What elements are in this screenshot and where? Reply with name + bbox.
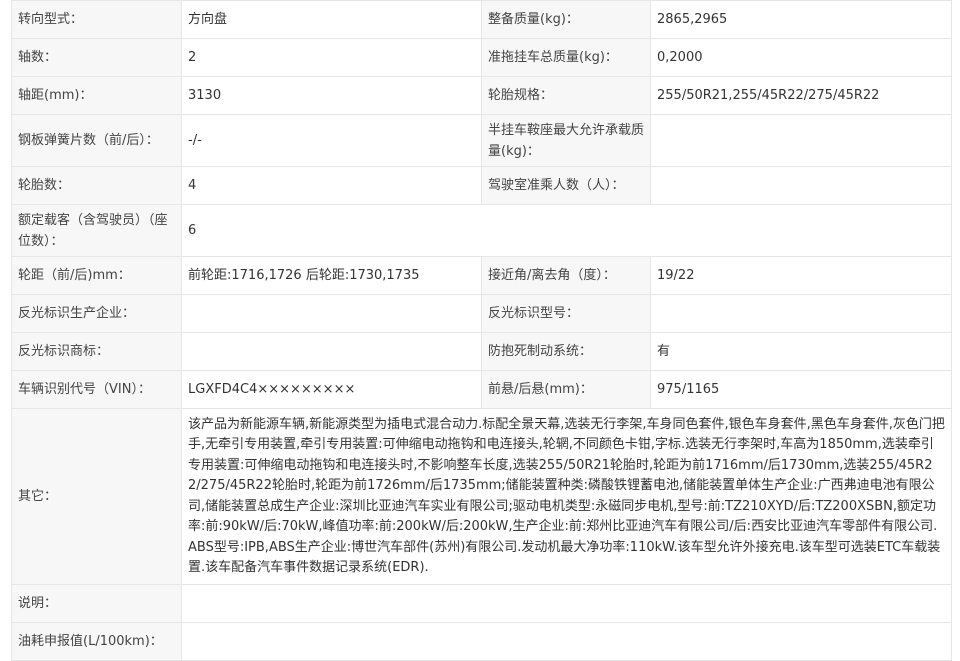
tire-spec-label: 轮胎规格： [481,76,651,115]
table-row: 其它： 该产品为新能源车辆,新能源类型为插电式混合动力.标配全景天幕,选装无行李… [11,408,952,585]
wheelbase-label: 轴距(mm)： [11,76,182,115]
rated-passengers-value: 6 [181,204,952,257]
abs-label: 防抱死制动系统： [481,332,651,371]
wheelbase-value: 3130 [181,76,482,115]
curb-weight-value: 2865,2965 [650,0,952,39]
tire-spec-value: 255/50R21,255/45R22/275/45R22 [650,76,952,115]
vin-label: 车辆识别代号（VIN）： [11,370,182,409]
abs-value: 有 [650,332,952,371]
vehicle-spec-table-wrapper: 转向型式： 方向盘 整备质量(kg)： 2865,2965 轴数： 2 准拖挂车… [11,0,952,661]
table-row: 轴数： 2 准拖挂车总质量(kg)： 0,2000 [11,38,952,77]
notes-label: 说明： [11,584,182,623]
trailer-mass-label: 准拖挂车总质量(kg)： [481,38,651,77]
fifth-wheel-load-label: 半挂车鞍座最大允许承载质量(kg)： [481,114,651,167]
reflector-brand-label: 反光标识商标： [11,332,182,371]
reflector-model-label: 反光标识型号： [481,294,651,333]
trailer-mass-value: 0,2000 [650,38,952,77]
fifth-wheel-load-value [650,114,952,167]
reflector-model-value [650,294,952,333]
notes-value [181,584,952,623]
fuel-consumption-label: 油耗申报值(L/100km)： [11,622,182,661]
overhang-label: 前悬/后悬(mm)： [481,370,651,409]
vehicle-spec-table: 转向型式： 方向盘 整备质量(kg)： 2865,2965 轴数： 2 准拖挂车… [11,0,952,661]
steering-type-label: 转向型式： [11,0,182,39]
track-width-value: 前轮距:1716,1726 后轮距:1730,1735 [181,256,482,295]
overhang-value: 975/1165 [650,370,952,409]
table-row: 额定载客（含驾驶员）（座位数）： 6 [11,204,952,257]
table-row: 反光标识生产企业： 反光标识型号： [11,294,952,333]
table-row: 轴距(mm)： 3130 轮胎规格： 255/50R21,255/45R22/2… [11,76,952,115]
reflector-maker-label: 反光标识生产企业： [11,294,182,333]
table-row: 轮距（前/后)mm： 前轮距:1716,1726 后轮距:1730,1735 接… [11,256,952,295]
fuel-consumption-value [181,622,952,661]
steering-type-value: 方向盘 [181,0,482,39]
table-row: 转向型式： 方向盘 整备质量(kg)： 2865,2965 [11,0,952,39]
table-row: 反光标识商标： 防抱死制动系统： 有 [11,332,952,371]
rated-passengers-label: 额定载客（含驾驶员）（座位数）： [11,204,182,257]
leaf-spring-value: -/- [181,114,482,167]
table-row: 油耗申报值(L/100km)： [11,622,952,661]
tire-count-label: 轮胎数： [11,166,182,205]
cab-capacity-value [650,166,952,205]
reflector-brand-value [181,332,482,371]
other-label: 其它： [11,408,182,585]
approach-departure-angle-value: 19/22 [650,256,952,295]
cab-capacity-label: 驾驶室准乘人数（人）： [481,166,651,205]
vin-value: LGXFD4C4××××××××× [181,370,482,409]
table-row: 轮胎数： 4 驾驶室准乘人数（人）： [11,166,952,205]
reflector-maker-value [181,294,482,333]
curb-weight-label: 整备质量(kg)： [481,0,651,39]
table-row: 说明： [11,584,952,623]
track-width-label: 轮距（前/后)mm： [11,256,182,295]
approach-departure-angle-label: 接近角/离去角（度）： [481,256,651,295]
tire-count-value: 4 [181,166,482,205]
axle-count-label: 轴数： [11,38,182,77]
table-row: 车辆识别代号（VIN）： LGXFD4C4××××××××× 前悬/后悬(mm)… [11,370,952,409]
other-value: 该产品为新能源车辆,新能源类型为插电式混合动力.标配全景天幕,选装无行李架,车身… [181,408,952,585]
table-row: 钢板弹簧片数（前/后）： -/- 半挂车鞍座最大允许承载质量(kg)： [11,114,952,167]
leaf-spring-label: 钢板弹簧片数（前/后）： [11,114,182,167]
axle-count-value: 2 [181,38,482,77]
